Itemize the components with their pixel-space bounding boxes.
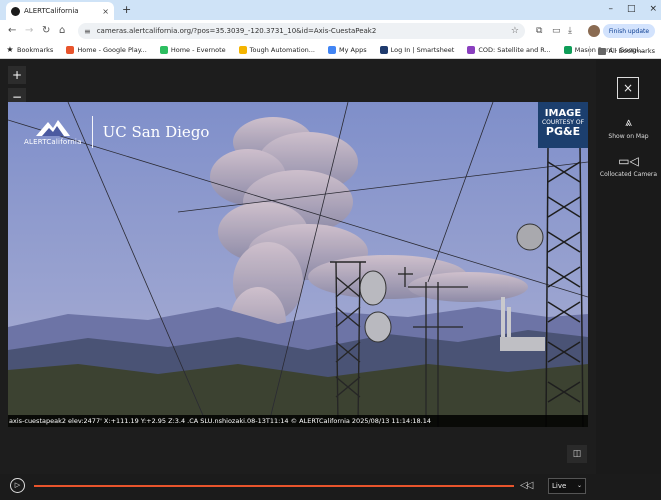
- camera-image[interactable]: ALERTCalifornia UC San Diego IMAGE COURT…: [8, 102, 588, 427]
- home-button[interactable]: ⌂: [59, 24, 65, 38]
- tab-strip: ALERTCalifornia × + – □ ×: [0, 0, 661, 20]
- bookmark-label: Bookmarks: [17, 46, 54, 54]
- bookmark-label: COD: Satellite and R...: [478, 46, 551, 54]
- close-window-button[interactable]: ×: [649, 2, 657, 16]
- close-button[interactable]: ×: [617, 77, 639, 99]
- site-info-icon[interactable]: ≡: [84, 27, 91, 36]
- bookmark-label: Home - Google Play...: [77, 46, 147, 54]
- alertcalifornia-logo: ALERTCalifornia: [24, 118, 82, 146]
- finish-update-button[interactable]: Finish update: [603, 24, 655, 38]
- bookmark-label: Log In | Smartsheet: [390, 46, 455, 54]
- video-camera-icon: ▭◁: [618, 154, 639, 168]
- panel-toggle-icon: ◫: [572, 449, 582, 459]
- bookmark-star-icon[interactable]: ☆: [511, 26, 519, 36]
- dish-lower: [364, 311, 392, 343]
- playback-bar: ▷ ◁◁ Live ⌄: [0, 474, 661, 500]
- reading-list-icon[interactable]: ▭: [552, 25, 561, 37]
- apps-icon: [328, 46, 336, 54]
- evernote-icon: [159, 46, 168, 54]
- tab-close-icon[interactable]: ×: [102, 7, 109, 16]
- google-drive-icon: [238, 46, 247, 54]
- reload-button[interactable]: ↻: [42, 24, 50, 38]
- show-on-map-button[interactable]: ⩓ Show on Map: [596, 115, 661, 140]
- camera-viewer: + − RESET ZOOM: [0, 60, 661, 500]
- image-credit-badge: IMAGE COURTESY OF PG&E: [538, 102, 588, 148]
- zoom-in-button[interactable]: +: [8, 66, 26, 84]
- bookmarks-divider: [588, 46, 590, 56]
- smartsheet-icon: [379, 46, 388, 54]
- alertcalifornia-favicon-icon: [11, 6, 20, 16]
- bookmark-label: Tough Automation...: [249, 46, 315, 54]
- partner-name: UC San Diego: [102, 123, 210, 141]
- cod-icon: [467, 46, 476, 54]
- playback-mode-select[interactable]: Live ⌄: [548, 478, 586, 494]
- all-bookmarks-label: All Bookmarks: [608, 47, 655, 55]
- folder-icon: [597, 47, 606, 55]
- bookmark-item[interactable]: Log In | Smartsheet: [379, 46, 455, 54]
- dish-upper: [359, 270, 387, 306]
- back-button[interactable]: ←: [8, 24, 16, 38]
- bookmark-item[interactable]: ★ Bookmarks: [6, 45, 54, 55]
- google-play-icon: [66, 46, 75, 54]
- mountain-logo-icon: [35, 120, 70, 136]
- new-tab-button[interactable]: +: [122, 3, 131, 17]
- all-bookmarks-button[interactable]: All Bookmarks: [588, 46, 655, 56]
- profile-avatar[interactable]: [588, 25, 600, 37]
- panel-toggle-button[interactable]: ◫: [567, 445, 587, 463]
- browser-tab[interactable]: ALERTCalifornia ×: [6, 2, 114, 20]
- credit-line-3: PG&E: [545, 125, 581, 138]
- timeline-slider[interactable]: [34, 485, 514, 487]
- collocated-camera-label: Collocated Camera: [599, 171, 658, 178]
- address-bar[interactable]: ≡ cameras.alertcalifornia.org/?pos=35.30…: [78, 23, 525, 39]
- map-pointer-icon: ⩓: [625, 115, 632, 129]
- sheets-icon: [563, 46, 572, 54]
- downloads-icon[interactable]: ⤓: [568, 25, 572, 37]
- extensions-icon[interactable]: ⧉: [536, 25, 542, 37]
- bookmarks-bar: ★ Bookmarks Home - Google Play... Home - Ev…: [0, 42, 661, 59]
- bookmark-item[interactable]: COD: Satellite and R...: [467, 46, 551, 54]
- bookmark-item[interactable]: Home - Evernote: [159, 46, 226, 54]
- brand-name: ALERTCalifornia: [24, 138, 82, 146]
- camera-scene: [8, 102, 588, 427]
- show-on-map-label: Show on Map: [608, 133, 649, 140]
- collocated-camera-button[interactable]: ▭◁ Collocated Camera: [596, 154, 661, 178]
- star-icon: ★: [6, 45, 14, 54]
- bookmark-label: My Apps: [339, 46, 367, 54]
- bookmark-item[interactable]: My Apps: [328, 46, 367, 54]
- url-text: cameras.alertcalifornia.org/?pos=35.3039…: [96, 27, 377, 35]
- camera-info-overlay: axis-cuestapeak2 elev:2477' X:+111.19 Y:…: [8, 415, 588, 427]
- logo-divider: [91, 116, 93, 148]
- dish-right: [516, 223, 544, 251]
- playback-mode-value: Live: [552, 482, 567, 490]
- camera-sidebar: × ⩓ Show on Map ▭◁ Collocated Camera: [596, 60, 661, 500]
- forward-button[interactable]: →: [25, 24, 33, 38]
- bookmark-item[interactable]: Tough Automation...: [238, 46, 315, 54]
- credit-line-1: IMAGE: [544, 108, 582, 119]
- camera-watermark: ALERTCalifornia UC San Diego: [24, 116, 209, 148]
- browser-toolbar: ← → ↻ ⌂ ≡ cameras.alertcalifornia.org/?p…: [0, 20, 661, 42]
- minimize-button[interactable]: –: [608, 2, 613, 16]
- maximize-button[interactable]: □: [627, 2, 636, 16]
- window-controls: – □ ×: [608, 2, 657, 16]
- tab-title: ALERTCalifornia: [24, 7, 79, 15]
- bookmark-item[interactable]: Home - Google Play...: [66, 46, 147, 54]
- play-button[interactable]: ▷: [10, 478, 25, 493]
- chevron-down-icon: ⌄: [576, 482, 582, 489]
- bookmark-label: Home - Evernote: [170, 46, 226, 54]
- rewind-icon[interactable]: ◁◁: [520, 479, 533, 493]
